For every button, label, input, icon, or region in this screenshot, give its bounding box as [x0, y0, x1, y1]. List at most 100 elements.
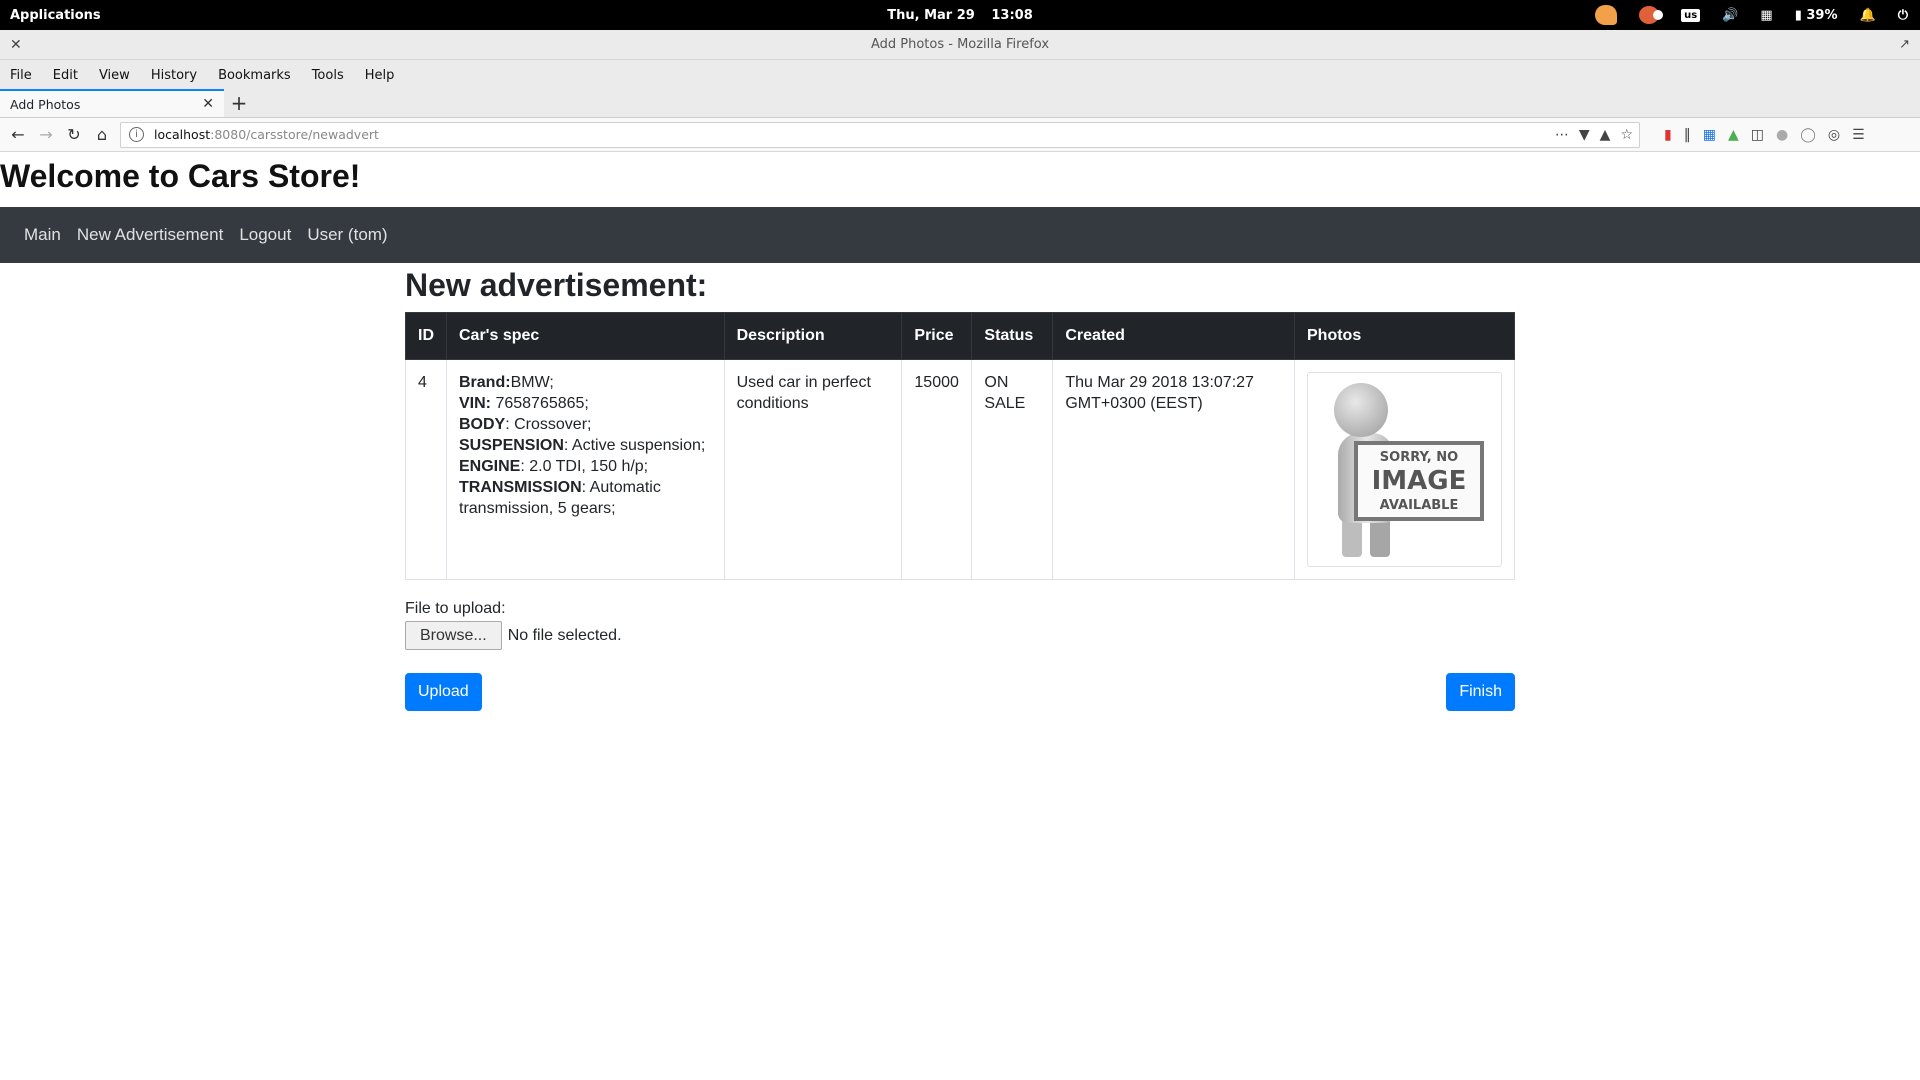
- extension-blue-icon[interactable]: ▦: [1703, 127, 1716, 143]
- engine-value: : 2.0 TDI, 150 h/p;: [520, 458, 649, 475]
- menu-help[interactable]: Help: [365, 68, 395, 83]
- window-close-icon[interactable]: ✕: [10, 37, 22, 53]
- vin-label: VIN:: [459, 395, 491, 412]
- sign-line-1: SORRY, NO: [1379, 449, 1459, 465]
- window-title: Add Photos - Mozilla Firefox: [870, 37, 1050, 52]
- window-restore-icon[interactable]: ↗: [1899, 37, 1910, 52]
- browser-menu-bar: File Edit View History Bookmarks Tools H…: [0, 60, 1920, 90]
- vin-value: 7658765865;: [491, 395, 589, 412]
- sign-line-3: AVAILABLE: [1379, 497, 1459, 513]
- pocket-icon[interactable]: ▼: [1579, 127, 1590, 143]
- nav-logout-link[interactable]: Logout: [239, 225, 291, 245]
- new-tab-plus-icon[interactable]: +: [224, 89, 254, 117]
- col-status: Status: [971, 312, 1054, 360]
- tab-strip: Add Photos ✕ +: [0, 89, 1920, 118]
- tab-add-photos[interactable]: Add Photos ✕: [0, 89, 224, 117]
- system-tray: us 🔊 ▦ ▮ 39% 🔔 ⏻: [1573, 0, 1920, 30]
- upload-button[interactable]: Upload: [405, 673, 482, 711]
- nav-new-advertisement-link[interactable]: New Advertisement: [77, 225, 223, 245]
- file-upload-label: File to upload:: [405, 600, 506, 617]
- brand-value: BMW;: [510, 374, 554, 391]
- body-label: BODY: [459, 416, 506, 433]
- content-container: New advertisement: ID Car's spec Descrip…: [405, 263, 1515, 711]
- network-icon[interactable]: ▦: [1760, 8, 1772, 23]
- sync-icon[interactable]: ◎: [1828, 127, 1840, 143]
- web-page: Welcome to Cars Store! Main New Advertis…: [0, 152, 1920, 711]
- power-icon[interactable]: ⏻: [1898, 8, 1908, 23]
- finish-button[interactable]: Finish: [1446, 673, 1515, 711]
- app-indicator-icon[interactable]: [1595, 5, 1618, 25]
- suspension-value: : Active suspension;: [563, 437, 706, 454]
- hamburger-menu-icon[interactable]: ☰: [1852, 127, 1865, 143]
- menu-bookmarks[interactable]: Bookmarks: [218, 68, 291, 83]
- advert-table: ID Car's spec Description Price Status C…: [405, 312, 1515, 580]
- form-actions: Upload Finish: [405, 673, 1515, 711]
- battery-icon: ▮: [1794, 7, 1802, 23]
- suspension-label: SUSPENSION: [459, 437, 564, 454]
- browse-button[interactable]: Browse...: [405, 621, 502, 650]
- cell-photos: SORRY, NO IMAGE AVAILABLE: [1294, 359, 1515, 580]
- cell-created: Thu Mar 29 2018 13:07:27 GMT+0300 (EEST): [1052, 359, 1295, 580]
- no-image-sign: SORRY, NO IMAGE AVAILABLE: [1354, 441, 1484, 521]
- bookmark-star-icon[interactable]: ☆: [1620, 127, 1633, 143]
- volume-icon[interactable]: 🔊: [1722, 8, 1738, 23]
- reload-icon[interactable]: ↻: [60, 121, 88, 149]
- page-actions-icon[interactable]: ⋯: [1555, 127, 1569, 143]
- navigation-toolbar: ← → ↻ ⌂ i localhost:8080/carsstore/newad…: [0, 118, 1920, 152]
- menu-view[interactable]: View: [99, 68, 130, 83]
- engine-label: ENGINE: [459, 458, 521, 475]
- nav-main-link[interactable]: Main: [24, 225, 61, 245]
- url-host: localhost: [154, 127, 211, 142]
- home-icon[interactable]: ⌂: [88, 121, 116, 149]
- table-header-row: ID Car's spec Description Price Status C…: [405, 312, 1515, 360]
- keyboard-layout-indicator[interactable]: us: [1681, 8, 1701, 22]
- col-photos: Photos: [1294, 312, 1515, 360]
- col-description: Description: [723, 312, 903, 360]
- sidebar-icon[interactable]: ◫: [1751, 127, 1764, 143]
- col-created: Created: [1052, 312, 1295, 360]
- cell-status: ON SALE: [971, 359, 1054, 580]
- window-title-bar: ✕ Add Photos - Mozilla Firefox ↗: [0, 30, 1920, 60]
- system-top-bar: Applications Thu, Mar 29 13:08 us 🔊 ▦ ▮ …: [0, 0, 1920, 30]
- page-heading: New advertisement:: [405, 267, 708, 303]
- tab-close-icon[interactable]: ✕: [202, 96, 214, 112]
- menu-tools[interactable]: Tools: [312, 68, 344, 83]
- cell-id: 4: [405, 359, 447, 580]
- file-input: Browse... No file selected.: [405, 621, 1515, 650]
- site-info-icon[interactable]: i: [129, 127, 144, 142]
- shield-icon[interactable]: ◯: [1800, 127, 1816, 143]
- battery-indicator[interactable]: ▮ 39%: [1795, 8, 1838, 23]
- col-id: ID: [405, 312, 447, 360]
- menu-history[interactable]: History: [151, 68, 197, 83]
- tab-title: Add Photos: [10, 96, 81, 112]
- url-bar[interactable]: i localhost:8080/carsstore/newadvert ⋯ ▼…: [120, 121, 1640, 148]
- clock-time: 13:08: [991, 7, 1033, 23]
- toolbar-icons: ▮ ‖ ▦ ▲ ◫ ● ◯ ◎ ☰: [1652, 127, 1865, 143]
- system-clock[interactable]: Thu, Mar 29 13:08: [881, 8, 1039, 23]
- extension-multicolor-icon[interactable]: ▲: [1728, 127, 1739, 143]
- menu-edit[interactable]: Edit: [53, 68, 78, 83]
- battery-percent: 39%: [1806, 7, 1838, 23]
- back-arrow-icon[interactable]: ←: [4, 121, 32, 149]
- url-path: :8080/carsstore/newadvert: [210, 127, 379, 142]
- file-status-text: No file selected.: [507, 626, 622, 644]
- col-price: Price: [901, 312, 973, 360]
- notifications-bell-icon[interactable]: 🔔: [1860, 8, 1876, 23]
- table-row: 4 Brand:BMW; VIN: 7658765865; BODY: Cros…: [405, 359, 1515, 580]
- cell-price: 15000: [901, 359, 973, 580]
- no-image-placeholder: SORRY, NO IMAGE AVAILABLE: [1307, 372, 1502, 567]
- clock-day: Thu, Mar 29: [887, 7, 975, 23]
- nav-user-link[interactable]: User (tom): [307, 225, 387, 245]
- applications-menu[interactable]: Applications: [0, 8, 101, 23]
- menu-file[interactable]: File: [10, 68, 32, 83]
- sign-line-2: IMAGE: [1371, 465, 1467, 496]
- extension-icon[interactable]: ▲: [1600, 127, 1611, 143]
- library-icon[interactable]: ‖: [1684, 127, 1691, 143]
- notification-app-icon[interactable]: [1639, 6, 1664, 24]
- extension-gray-icon[interactable]: ●: [1776, 127, 1788, 143]
- brand-label: Brand:: [459, 374, 511, 391]
- forward-arrow-icon[interactable]: →: [32, 121, 60, 149]
- site-title: Welcome to Cars Store!: [0, 158, 361, 194]
- extension-red-icon[interactable]: ▮: [1664, 127, 1672, 143]
- cell-spec: Brand:BMW; VIN: 7658765865; BODY: Crosso…: [446, 359, 725, 580]
